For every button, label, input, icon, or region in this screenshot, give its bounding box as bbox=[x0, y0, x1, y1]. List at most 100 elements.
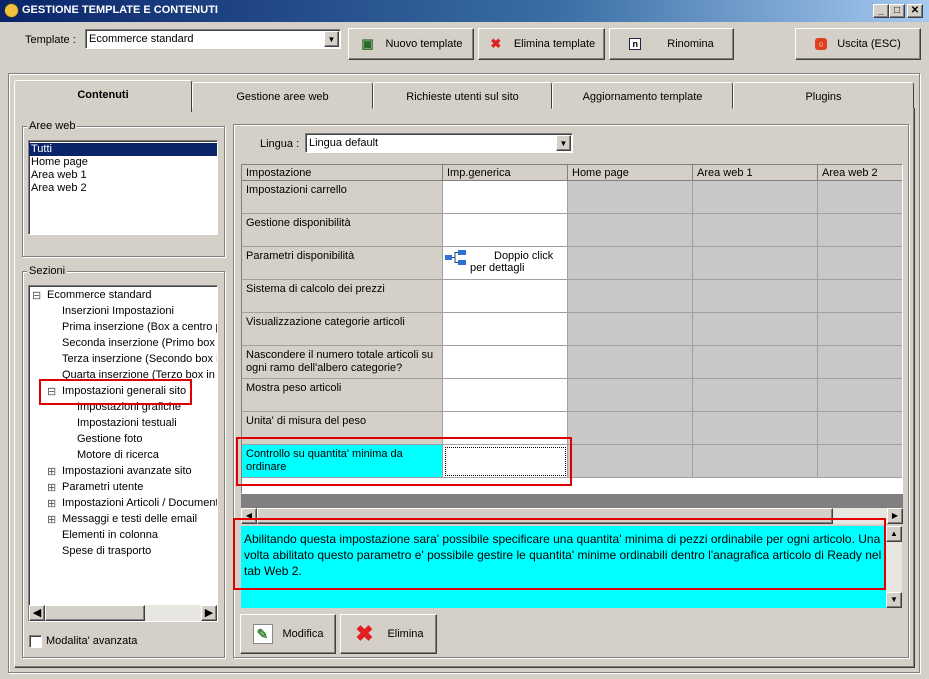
table-row[interactable]: Visualizzazione categorie articoli bbox=[242, 313, 443, 346]
sezioni-label: Sezioni bbox=[27, 265, 68, 277]
grid-cell bbox=[693, 412, 818, 445]
grid-cell[interactable] bbox=[443, 181, 568, 214]
tree-item[interactable]: Gestione foto bbox=[77, 433, 142, 445]
exit-button[interactable]: ○ Uscita (ESC) bbox=[795, 28, 921, 60]
grid-cell bbox=[818, 247, 902, 280]
column-header[interactable]: Area web 1 bbox=[693, 165, 818, 181]
aree-web-label: Aree web bbox=[27, 120, 78, 132]
tab-gestione-aree-web[interactable]: Gestione aree web bbox=[192, 82, 373, 109]
list-item[interactable]: Area web 1 bbox=[29, 169, 217, 182]
list-item[interactable]: Tutti bbox=[29, 143, 217, 156]
grid-cell bbox=[693, 379, 818, 412]
tab-richieste-utenti[interactable]: Richieste utenti sul sito bbox=[373, 82, 552, 109]
tree-expander-icon[interactable]: ⊞ bbox=[47, 481, 56, 494]
tree-item[interactable]: Parametri utente bbox=[62, 481, 143, 493]
tree-structure-icon bbox=[445, 250, 467, 266]
tree-item[interactable]: Elementi in colonna bbox=[62, 529, 158, 541]
delete-x-icon: ✖ bbox=[355, 621, 374, 646]
delete-template-button[interactable]: ✖ Elimina template bbox=[478, 28, 605, 60]
table-row[interactable]: Mostra peso articoli bbox=[242, 379, 443, 412]
description-vscrollbar[interactable]: ▲ ▼ bbox=[886, 526, 902, 608]
minimize-button[interactable]: _ bbox=[873, 4, 889, 18]
column-header[interactable]: Imp.generica bbox=[443, 165, 568, 181]
tree-hscrollbar[interactable]: ◀ ▶ bbox=[29, 605, 217, 621]
grid-cell bbox=[818, 181, 902, 214]
tree-expander-icon[interactable]: ⊞ bbox=[47, 497, 56, 510]
grid-cell[interactable] bbox=[443, 379, 568, 412]
column-header[interactable]: Home page bbox=[568, 165, 693, 181]
grid-cell bbox=[818, 346, 902, 379]
tree-item[interactable]: Messaggi e testi delle email bbox=[62, 513, 197, 525]
column-header[interactable]: Impostazione bbox=[242, 165, 443, 181]
grid-cell bbox=[568, 412, 693, 445]
grid-cell bbox=[818, 412, 902, 445]
scroll-down-icon[interactable]: ▼ bbox=[886, 592, 902, 608]
modify-button[interactable]: ✎ Modifica bbox=[240, 614, 336, 654]
tree-item[interactable]: Impostazioni testuali bbox=[77, 417, 177, 429]
grid-cell bbox=[818, 214, 902, 247]
tree-expander-icon[interactable]: ⊞ bbox=[47, 465, 56, 478]
column-header[interactable]: Area web 2 bbox=[818, 165, 902, 181]
advanced-mode-checkbox[interactable] bbox=[29, 635, 42, 648]
grid-cell bbox=[568, 247, 693, 280]
tree-item[interactable]: Seconda inserzione (Primo box in bbox=[62, 337, 217, 349]
sezioni-tree[interactable]: ⊟ Ecommerce standard Inserzioni Impostaz… bbox=[28, 285, 218, 622]
aree-web-list[interactable]: Tutti Home page Area web 1 Area web 2 bbox=[28, 140, 218, 235]
scroll-thumb[interactable] bbox=[45, 605, 145, 621]
grid-cell[interactable] bbox=[443, 346, 568, 379]
tree-expander-icon[interactable]: ⊞ bbox=[47, 513, 56, 526]
chevron-down-icon[interactable]: ▼ bbox=[324, 31, 339, 47]
tree-item[interactable]: Terza inserzione (Secondo box in bbox=[62, 353, 217, 365]
grid-cell bbox=[693, 247, 818, 280]
grid-cell bbox=[568, 280, 693, 313]
grid-cell bbox=[693, 280, 818, 313]
grid-cell[interactable] bbox=[443, 313, 568, 346]
new-template-button[interactable]: ▣ Nuovo template bbox=[348, 28, 474, 60]
grid-cell-detail[interactable]: Doppio click per dettagli bbox=[443, 247, 568, 280]
grid-cell bbox=[818, 445, 902, 478]
tree-item[interactable]: Inserzioni Impostazioni bbox=[62, 305, 174, 317]
close-button[interactable]: ✕ bbox=[907, 4, 923, 18]
grid-cell bbox=[818, 280, 902, 313]
tree-item[interactable]: Impostazioni Articoli / Documenti bbox=[62, 497, 217, 509]
grid-cell bbox=[568, 379, 693, 412]
list-item[interactable]: Area web 2 bbox=[29, 182, 217, 195]
table-row[interactable]: Sistema di calcolo dei prezzi bbox=[242, 280, 443, 313]
grid-cell bbox=[568, 214, 693, 247]
rename-button[interactable]: n Rinomina bbox=[609, 28, 734, 60]
tree-item[interactable]: Impostazioni avanzate sito bbox=[62, 465, 192, 477]
list-item[interactable]: Home page bbox=[29, 156, 217, 169]
scroll-right-icon[interactable]: ▶ bbox=[887, 508, 903, 524]
grid-cell[interactable] bbox=[443, 214, 568, 247]
advanced-mode-label: Modalita' avanzata bbox=[46, 635, 138, 647]
lingua-select[interactable]: Lingua default ▼ bbox=[305, 133, 573, 153]
tree-expander-icon[interactable]: ⊟ bbox=[32, 289, 41, 302]
grid-cell bbox=[693, 445, 818, 478]
table-row[interactable]: Impostazioni carrello bbox=[242, 181, 443, 214]
scroll-up-icon[interactable]: ▲ bbox=[886, 526, 902, 542]
maximize-button[interactable]: □ bbox=[889, 4, 905, 18]
tab-plugins[interactable]: Plugins bbox=[733, 82, 914, 109]
tree-item[interactable]: Motore di ricerca bbox=[77, 449, 159, 461]
tree-item[interactable]: Ecommerce standard bbox=[47, 289, 152, 301]
table-row[interactable]: Parametri disponibilità bbox=[242, 247, 443, 280]
grid-scroll-track bbox=[241, 494, 903, 508]
template-select[interactable]: Ecommerce standard ▼ bbox=[85, 29, 341, 49]
grid-cell bbox=[568, 346, 693, 379]
table-row[interactable]: Nascondere il numero totale articoli su … bbox=[242, 346, 443, 379]
grid-cell bbox=[818, 379, 902, 412]
grid-cell bbox=[693, 313, 818, 346]
delete-button[interactable]: ✖ Elimina bbox=[340, 614, 437, 654]
tab-contenuti[interactable]: Contenuti bbox=[14, 80, 192, 112]
highlight-section bbox=[39, 379, 192, 405]
scroll-right-icon[interactable]: ▶ bbox=[201, 605, 217, 621]
scroll-left-icon[interactable]: ◀ bbox=[29, 605, 45, 621]
chevron-down-icon[interactable]: ▼ bbox=[556, 135, 571, 151]
tree-item[interactable]: Spese di trasporto bbox=[62, 545, 151, 557]
window-title: GESTIONE TEMPLATE E CONTENUTI bbox=[22, 4, 218, 16]
tree-item[interactable]: Prima inserzione (Box a centro pa bbox=[62, 321, 217, 333]
table-row[interactable]: Gestione disponibilità bbox=[242, 214, 443, 247]
grid-cell bbox=[693, 346, 818, 379]
grid-cell[interactable] bbox=[443, 280, 568, 313]
tab-aggiornamento-template[interactable]: Aggiornamento template bbox=[552, 82, 733, 109]
